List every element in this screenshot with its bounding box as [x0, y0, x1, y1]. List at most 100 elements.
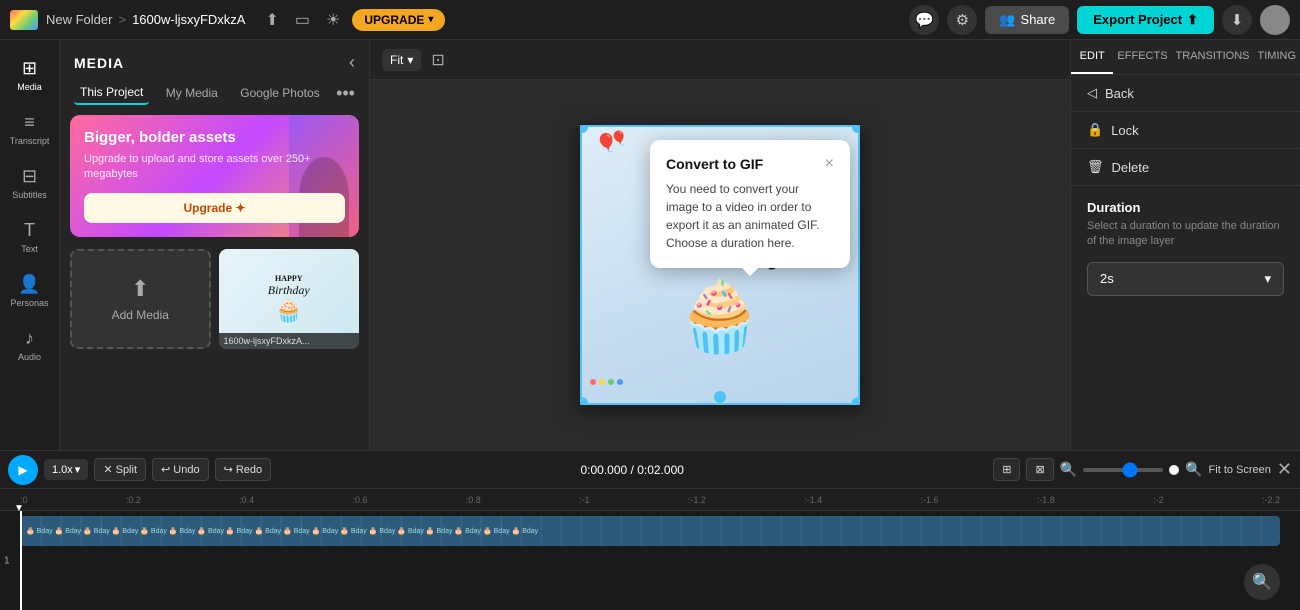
- tab-transitions[interactable]: TRANSITIONS: [1172, 40, 1254, 74]
- ruler-mark-6: :-1.2: [688, 495, 706, 505]
- popup-header: Convert to GIF ×: [666, 156, 834, 172]
- icon-sidebar: ⊞ Media ≡ Transcript ⊟ Subtitles T Text …: [0, 40, 60, 450]
- settings-icon[interactable]: ⚙: [947, 5, 977, 35]
- back-button[interactable]: ◁ Back: [1071, 75, 1300, 112]
- cupcake-emoji: 🧁: [676, 276, 763, 358]
- lock-button[interactable]: 🔒 Lock: [1071, 112, 1300, 149]
- project-name: 1600w-ljsxyFDxkzA: [132, 12, 245, 27]
- zoom-plus-icon[interactable]: 🔍: [1185, 461, 1202, 478]
- playhead[interactable]: [20, 511, 22, 610]
- track-number: 1: [4, 555, 10, 566]
- ruler-marks: :0 :0.2 :0.4 :0.6 :0.8 :-1 :-1.2 :-1.4 :…: [20, 495, 1280, 505]
- thumbnail-label: 1600w-ljsxyFDxkzA...: [219, 333, 360, 349]
- more-tabs-icon[interactable]: •••: [336, 83, 355, 104]
- tab-google-photos[interactable]: Google Photos: [234, 82, 325, 104]
- avatar: [1260, 5, 1290, 35]
- tab-this-project[interactable]: This Project: [74, 81, 149, 105]
- export-button[interactable]: Export Project ⬆: [1077, 6, 1214, 34]
- audio-icon: ♪: [25, 328, 34, 349]
- tab-timing[interactable]: TIMING: [1254, 40, 1300, 74]
- sidebar-item-audio[interactable]: ♪ Audio: [0, 320, 59, 370]
- promo-upgrade-button[interactable]: Upgrade ✦: [84, 193, 345, 223]
- media-thumbnail[interactable]: HAPPY Birthday 🧁 1600w-ljsxyFDxkzA...: [219, 249, 360, 349]
- timeline-ruler: :0 :0.2 :0.4 :0.6 :0.8 :-1 :-1.2 :-1.4 :…: [0, 489, 1300, 511]
- popup-close-button[interactable]: ×: [825, 156, 834, 172]
- ruler-mark-2: :0.4: [239, 495, 254, 505]
- promo-description: Upgrade to upload and store assets over …: [84, 152, 345, 183]
- undo-button[interactable]: ↩ Undo: [152, 458, 209, 481]
- ruler-mark-5: :-1: [579, 495, 590, 505]
- upgrade-button[interactable]: UPGRADE ▾: [352, 9, 445, 31]
- duration-select[interactable]: 2s ▾: [1087, 262, 1284, 296]
- tab-edit[interactable]: EDIT: [1071, 40, 1113, 74]
- media-panel-title: MEDIA: [74, 55, 124, 71]
- app-logo: [10, 10, 38, 30]
- search-fab[interactable]: 🔍: [1244, 564, 1280, 600]
- convert-gif-popup: Convert to GIF × You need to convert you…: [650, 140, 850, 268]
- main-area: ⊞ Media ≡ Transcript ⊟ Subtitles T Text …: [0, 40, 1300, 450]
- duration-description: Select a duration to update the duration…: [1087, 219, 1284, 250]
- popup-title: Convert to GIF: [666, 156, 763, 172]
- delete-icon: 🗑: [1087, 159, 1104, 175]
- timeline: ▶ 1.0x ▾ ✕ Split ↩ Undo ↪ Redo 0:00.000 …: [0, 450, 1300, 610]
- media-grid: ⬆ Add Media HAPPY Birthday 🧁 1600w-ljsxy…: [60, 249, 369, 450]
- ruler-mark-11: :-2.2: [1262, 495, 1280, 505]
- add-media-tile[interactable]: ⬆ Add Media: [70, 249, 211, 349]
- chevron-down-icon: ▾: [75, 463, 81, 476]
- zoom-slider[interactable]: [1083, 468, 1163, 472]
- delete-button[interactable]: 🗑 Delete: [1071, 149, 1300, 186]
- media-panel: MEDIA ‹ This Project My Media Google Pho…: [60, 40, 370, 450]
- sidebar-item-media[interactable]: ⊞ Media: [0, 50, 59, 100]
- topbar: New Folder > 1600w-ljsxyFDxkzA ⬆ ▭ ☀ UPG…: [0, 0, 1300, 40]
- collapse-button[interactable]: ‹: [349, 52, 355, 73]
- zoom-controls: ⊞ ⊠ 🔍 🔍: [993, 458, 1202, 481]
- redo-button[interactable]: ↪ Redo: [215, 458, 272, 481]
- canvas-toolbar: Fit ▾ ⊡: [370, 40, 1070, 80]
- export-icon: ⬆: [1187, 12, 1198, 28]
- add-media-label: Add Media: [112, 308, 169, 322]
- ruler-mark-1: :0.2: [126, 495, 141, 505]
- sidebar-item-subtitles[interactable]: ⊟ Subtitles: [0, 158, 59, 208]
- promo-title: Bigger, bolder assets: [84, 129, 345, 146]
- search-icon: 🔍: [1252, 572, 1272, 592]
- timeline-close-button[interactable]: ✕: [1277, 459, 1292, 480]
- brightness-icon[interactable]: ☀: [322, 6, 344, 34]
- balloon2-decoration: 🎈: [610, 130, 627, 147]
- add-media-plus-icon: ⬆: [131, 276, 149, 302]
- upload-icon[interactable]: ⬆: [261, 6, 282, 34]
- media-panel-header: MEDIA ‹: [60, 40, 369, 81]
- folder-name[interactable]: New Folder: [46, 12, 112, 27]
- duration-value: 2s: [1100, 271, 1114, 286]
- topbar-right: 💬 ⚙ 👥 Share Export Project ⬆ ⬇: [909, 5, 1290, 35]
- canvas-wrapper: Convert to GIF × You need to convert you…: [370, 80, 1070, 450]
- sidebar-item-transcript[interactable]: ≡ Transcript: [0, 104, 59, 154]
- ruler-mark-9: :-1.8: [1037, 495, 1055, 505]
- monitor-icon[interactable]: ▭: [291, 6, 314, 34]
- timeline-track-area: 1 🎂 Bday 🎂 Bday 🎂 Bday 🎂 Bday 🎂 Bday 🎂 B…: [0, 511, 1300, 610]
- aspect-ratio-icon[interactable]: ⊡: [431, 50, 444, 70]
- tab-effects[interactable]: EFFECTS: [1113, 40, 1171, 74]
- speed-button[interactable]: 1.0x ▾: [44, 459, 88, 480]
- ruler-mark-3: :0.6: [352, 495, 367, 505]
- comment-icon[interactable]: 💬: [909, 5, 939, 35]
- sidebar-item-text[interactable]: T Text: [0, 212, 59, 262]
- zoom-minus-icon[interactable]: 🔍: [1060, 461, 1077, 478]
- zoom-out-timeline-btn[interactable]: ⊞: [993, 458, 1020, 481]
- sidebar-item-personas[interactable]: 👤 Personas: [0, 266, 59, 316]
- fit-dropdown[interactable]: Fit ▾: [382, 49, 421, 71]
- tab-my-media[interactable]: My Media: [160, 82, 224, 104]
- share-icon: 👥: [999, 12, 1015, 28]
- transcript-icon: ≡: [24, 112, 35, 133]
- download-icon[interactable]: ⬇: [1222, 5, 1252, 35]
- chevron-down-icon: ▾: [407, 53, 413, 67]
- time-display: 0:00.000 / 0:02.000: [580, 463, 683, 477]
- fit-timeline-btn[interactable]: ⊠: [1026, 458, 1053, 481]
- track-clip[interactable]: 🎂 Bday 🎂 Bday 🎂 Bday 🎂 Bday 🎂 Bday 🎂 Bda…: [20, 516, 1280, 546]
- share-button[interactable]: 👥 Share: [985, 6, 1069, 34]
- timeline-track[interactable]: 🎂 Bday 🎂 Bday 🎂 Bday 🎂 Bday 🎂 Bday 🎂 Bda…: [20, 516, 1280, 546]
- topbar-icons: ⬆ ▭ ☀: [261, 6, 344, 34]
- split-button[interactable]: ✕ Split: [94, 458, 146, 481]
- play-button[interactable]: ▶: [8, 455, 38, 485]
- fit-screen-button[interactable]: Fit to Screen: [1209, 464, 1271, 476]
- zoom-circle[interactable]: [1169, 465, 1179, 475]
